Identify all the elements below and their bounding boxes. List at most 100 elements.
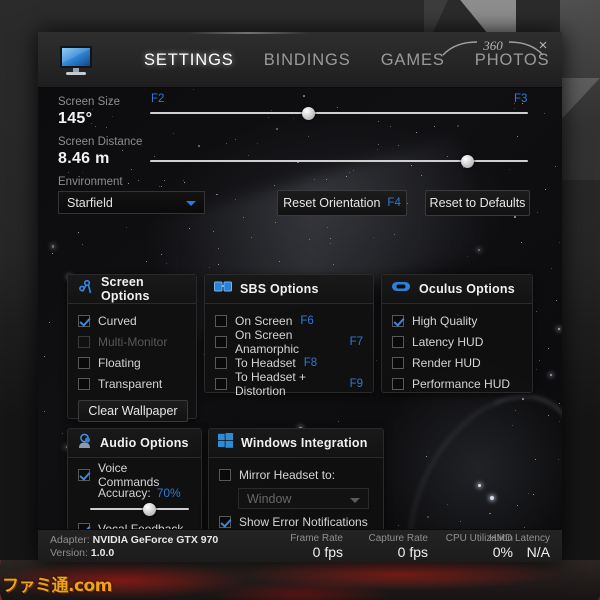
metric-capture-rate-value: 0 fps (397, 544, 428, 560)
checkbox-transparent-box[interactable] (78, 377, 90, 390)
panel-windows-integration-body: Mirror Headset to: Window Show Error Not… (209, 458, 383, 529)
checkbox-latency-hud-label: Latency HUD (412, 334, 484, 349)
checkbox-on-screen-anamorphic-label: On Screen Anamorphic (235, 327, 300, 356)
checkbox-performance-hud[interactable]: Performance HUD (392, 374, 522, 393)
panel-oculus-options-body: High Quality Latency HUD Render HUD Perf… (382, 304, 532, 403)
tab-games[interactable]: GAMES (379, 49, 447, 72)
status-bar: Adapter: NVIDIA GeForce GTX 970 Version:… (38, 529, 562, 562)
screen-size-slider-track[interactable] (150, 106, 528, 120)
close-icon[interactable]: × (534, 37, 552, 55)
metric-capture-rate: Capture Rate 0 fps (338, 533, 428, 560)
metric-hmd-latency: HMD Latency N/A (458, 533, 550, 560)
tab-bar: SETTINGS BINDINGS GAMES PHOTOS VIDEOS (142, 32, 562, 88)
reset-orientation-label: Reset Orientation (283, 196, 381, 210)
panel-audio-options-body: Voice Commands Accuracy: 70% Vocal Feedb… (68, 458, 201, 529)
checkbox-voice-commands-box[interactable] (78, 468, 90, 481)
screen-distance-slider-track[interactable] (150, 154, 528, 168)
checkbox-mirror-headset-label: Mirror Headset to: (239, 467, 336, 482)
screen-distance-value: 8.46 m (58, 150, 110, 167)
checkbox-to-headset-distortion-hotkey: F9 (349, 377, 363, 390)
windows-logo-icon (218, 433, 233, 453)
clear-wallpaper-button[interactable]: Clear Wallpaper (78, 400, 188, 422)
checkbox-latency-hud[interactable]: Latency HUD (392, 332, 522, 351)
checkbox-on-screen-anamorphic[interactable]: On Screen Anamorphic F7 (215, 328, 363, 356)
tab-settings[interactable]: SETTINGS (142, 49, 236, 72)
checkbox-vocal-feedback[interactable]: Vocal Feedback (78, 519, 191, 529)
reset-defaults-button[interactable]: Reset to Defaults (425, 190, 530, 216)
screen: ファミ通.com SETTINGS BINDINGS GAMES PHOTOS … (0, 0, 600, 600)
checkbox-show-error-notifications[interactable]: Show Error Notifications (219, 512, 373, 529)
accuracy-row: Accuracy: 70% (98, 486, 191, 500)
checkbox-render-hud[interactable]: Render HUD (392, 353, 522, 372)
screen-size-slider-knob[interactable] (302, 106, 316, 120)
adapter-line: Adapter: NVIDIA GeForce GTX 970 (50, 534, 218, 547)
version-label: Version: (50, 547, 88, 559)
checkbox-curved-label: Curved (98, 313, 137, 328)
panel-windows-integration-header: Windows Integration (209, 429, 383, 458)
checkbox-vocal-feedback-label: Vocal Feedback (98, 521, 184, 530)
screen-options-icon (77, 279, 93, 300)
checkbox-to-headset-distortion-label: To Headset + Distortion (235, 369, 307, 398)
display-controls: Screen Size 145° F2 F3 Screen Distance 8… (38, 88, 562, 220)
famitsu-watermark: ファミ通.com (2, 576, 112, 596)
version-line: Version: 1.0.0 (50, 547, 218, 560)
checkbox-on-screen-label: On Screen (235, 313, 293, 328)
checkbox-to-headset-distortion-box[interactable] (215, 377, 227, 390)
screen-size-label: Screen Size (58, 96, 121, 108)
accuracy-slider-track[interactable] (90, 502, 189, 516)
panel-sbs-options-title: SBS Options (240, 282, 319, 296)
checkbox-floating[interactable]: Floating (78, 353, 186, 372)
panel-audio-options-title: Audio Options (100, 436, 189, 450)
checkbox-high-quality[interactable]: High Quality (392, 311, 522, 330)
chevron-down-icon-2 (350, 498, 360, 503)
checkbox-mirror-headset[interactable]: Mirror Headset to: (219, 465, 373, 484)
checkbox-high-quality-label: High Quality (412, 313, 478, 328)
environment-select-value: Starfield (67, 195, 113, 210)
checkbox-high-quality-box[interactable] (392, 314, 404, 327)
checkbox-on-screen-box[interactable] (215, 314, 227, 327)
panel-screen-options-header: Screen Options (68, 275, 196, 304)
backdrop-shape-edge (560, 0, 600, 180)
panel-sbs-options: SBS Options On Screen F6 On Screen Anamo… (204, 274, 374, 398)
tab-bindings[interactable]: BINDINGS (262, 49, 353, 72)
checkbox-render-hud-box[interactable] (392, 356, 404, 369)
app-window: SETTINGS BINDINGS GAMES PHOTOS VIDEOS 36… (38, 32, 562, 562)
checkbox-voice-commands-label: Voice Commands (98, 460, 160, 489)
panel-audio-options-header: Audio Options (68, 429, 201, 458)
screen-distance-slider-knob[interactable] (461, 154, 475, 168)
checkbox-to-headset-hotkey: F8 (303, 356, 318, 369)
checkbox-show-error-notifications-label: Show Error Notifications (239, 514, 368, 529)
settings-body: Screen Size 145° F2 F3 Screen Distance 8… (38, 88, 562, 529)
checkbox-transparent[interactable]: Transparent (78, 374, 186, 393)
checkbox-floating-box[interactable] (78, 356, 90, 369)
checkbox-to-headset-label: To Headset (235, 355, 296, 370)
reset-orientation-hotkey: F4 (387, 197, 401, 209)
checkbox-on-screen-anamorphic-box[interactable] (215, 335, 227, 348)
accuracy-value: 70% (156, 486, 181, 500)
accuracy-slider-knob[interactable] (142, 502, 156, 516)
metric-frame-rate-value: 0 fps (312, 544, 343, 560)
panel-audio-options: Audio Options Voice Commands Accuracy: 7… (67, 428, 202, 529)
checkbox-curved-box[interactable] (78, 314, 90, 327)
chevron-down-icon (186, 201, 196, 206)
checkbox-mirror-headset-box[interactable] (219, 468, 231, 481)
adapter-value: NVIDIA GeForce GTX 970 (92, 534, 219, 546)
checkbox-latency-hud-box[interactable] (392, 335, 404, 348)
checkbox-to-headset-distortion[interactable]: To Headset + Distortion F9 (215, 370, 363, 398)
checkbox-voice-commands[interactable]: Voice Commands (78, 461, 191, 489)
checkbox-performance-hud-box[interactable] (392, 377, 404, 390)
panel-screen-options-body: Curved Multi-Monitor Floating Transparen… (68, 304, 196, 425)
title-bar: SETTINGS BINDINGS GAMES PHOTOS VIDEOS 36… (38, 32, 562, 88)
monitor-icon (54, 43, 98, 79)
reset-orientation-button[interactable]: Reset Orientation F4 (277, 190, 407, 216)
checkbox-show-error-notifications-box[interactable] (219, 515, 231, 528)
checkbox-to-headset-box[interactable] (215, 356, 227, 369)
headset-mic-icon (77, 433, 92, 454)
mirror-target-select[interactable]: Window (238, 488, 369, 509)
panel-screen-options: Screen Options Curved Multi-Monitor Floa… (67, 274, 197, 422)
checkbox-on-screen-anamorphic-hotkey: F7 (349, 335, 363, 348)
environment-select[interactable]: Starfield (58, 191, 205, 214)
checkbox-transparent-label: Transparent (98, 376, 163, 391)
checkbox-curved[interactable]: Curved (78, 311, 186, 330)
panel-oculus-options-title: Oculus Options (419, 282, 515, 296)
